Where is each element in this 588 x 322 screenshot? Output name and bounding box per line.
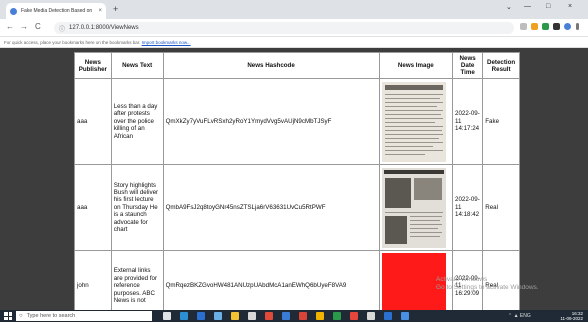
bookmarks-hint: For quick access, place your bookmarks h…: [4, 40, 141, 45]
news-text-cell: Less than a day after protests over the …: [110, 78, 164, 165]
url-text[interactable]: 127.0.0.1:8000/ViewNews: [69, 25, 139, 31]
profile-avatar[interactable]: [564, 23, 571, 30]
back-button[interactable]: ←: [6, 22, 14, 32]
news-image-cell: [378, 78, 454, 165]
news-image-cell: [378, 164, 454, 251]
news-table: News Publisher News Text News Hashcode N…: [74, 52, 520, 310]
app-icon[interactable]: [214, 312, 222, 320]
app-icon[interactable]: [367, 312, 375, 320]
clock-date: 11-09-2022: [560, 316, 583, 321]
app-icon[interactable]: [265, 312, 273, 320]
site-info-icon[interactable]: ⓘ: [59, 24, 65, 33]
windows-taskbar: ○ Type here to search ⌃ ▲ ENG 16:32 11-0…: [0, 310, 588, 322]
app-icon[interactable]: [333, 312, 341, 320]
publisher-cell: aaa: [74, 78, 112, 165]
watermark-title: Activate Windows: [436, 276, 488, 283]
page-content: News Publisher News Text News Hashcode N…: [0, 48, 588, 310]
app-icon[interactable]: [299, 312, 307, 320]
app-icon[interactable]: [248, 312, 256, 320]
browser-tab[interactable]: Fake Media Detection Based on ×: [6, 3, 106, 19]
system-tray-icons[interactable]: ⌃ ▲ ENG: [508, 313, 531, 319]
app-icon[interactable]: [384, 312, 392, 320]
column-header: News Text: [110, 52, 164, 79]
hashcode-cell: QmbA9FsJ2q8toyGNr45nsZTSLja6rV63631UvCu5…: [162, 164, 380, 251]
extension-icon[interactable]: [542, 23, 549, 30]
detection-result-cell: Real: [482, 164, 520, 251]
menu-kebab-icon[interactable]: [576, 23, 579, 30]
newspaper-photo-image: [381, 167, 446, 248]
column-header: Detection Result: [482, 52, 520, 79]
browser-toolbar: ← → C ⓘ 127.0.0.1:8000/ViewNews: [0, 19, 588, 37]
task-view-icon[interactable]: [163, 312, 171, 320]
import-bookmarks-link[interactable]: Import bookmarks now...: [142, 40, 191, 45]
column-header: News Hashcode: [162, 52, 380, 79]
edge-icon[interactable]: [180, 312, 188, 320]
table-row: aaa Less than a day after protests over …: [74, 78, 520, 165]
maximize-button[interactable]: □: [546, 3, 550, 10]
app-icon[interactable]: [350, 312, 358, 320]
app-icon[interactable]: [282, 312, 290, 320]
puzzle-icon[interactable]: [553, 23, 560, 30]
column-header: News Date Time: [452, 52, 484, 79]
bookmarks-bar: For quick access, place your bookmarks h…: [0, 37, 588, 48]
app-icon[interactable]: [316, 312, 324, 320]
column-header: News Image: [378, 52, 454, 79]
new-tab-button[interactable]: +: [113, 4, 118, 14]
column-header: News Publisher: [74, 52, 112, 79]
taskbar-search-placeholder[interactable]: Type here to search: [27, 313, 76, 319]
minimize-button[interactable]: —: [524, 3, 531, 10]
close-window-button[interactable]: ×: [568, 3, 572, 10]
forward-button[interactable]: →: [20, 22, 28, 32]
taskbar-clock[interactable]: 16:32 11-09-2022: [560, 311, 583, 321]
favicon-icon: [10, 7, 17, 15]
activate-windows-watermark: Activate Windows Go to Settings to activ…: [436, 276, 539, 292]
date-time-cell: 2022-09-11 14:18:42: [452, 164, 484, 251]
news-table-container: News Publisher News Text News Hashcode N…: [74, 52, 520, 310]
news-text-cell: Story highlights Bush will deliver his f…: [110, 164, 164, 251]
address-bar[interactable]: ⓘ 127.0.0.1:8000/ViewNews: [54, 22, 514, 34]
date-time-cell: 2022-09-11 14:17:24: [452, 78, 484, 165]
windows-start-button[interactable]: [4, 312, 12, 320]
share-icon[interactable]: [520, 23, 527, 30]
news-text-cell: External links are provided for referenc…: [110, 250, 164, 310]
newspaper-article-image: [381, 81, 446, 162]
taskbar-search-box[interactable]: ○ Type here to search: [16, 311, 152, 321]
table-header-row: News Publisher News Text News Hashcode N…: [74, 52, 520, 79]
publisher-cell: aaa: [74, 164, 112, 251]
extension-icon[interactable]: [531, 23, 538, 30]
reload-button[interactable]: C: [35, 22, 41, 32]
tab-search-chevron-icon[interactable]: ⌄: [506, 3, 512, 11]
tab-close-icon[interactable]: ×: [98, 8, 102, 14]
detection-result-cell: Fake: [482, 78, 520, 165]
search-icon: ○: [19, 313, 23, 319]
chrome-icon[interactable]: [401, 312, 409, 320]
publisher-cell: john: [74, 250, 112, 310]
watermark-subtitle: Go to Settings to activate Windows.: [436, 284, 539, 291]
table-row: aaa Story highlights Bush will deliver h…: [74, 164, 520, 251]
tab-title: Fake Media Detection Based on: [21, 8, 93, 14]
file-explorer-icon[interactable]: [231, 312, 239, 320]
hashcode-cell: QmXkZy7yVuFLvRSxh2yRoY1YmydVvg5vAUjN9cMb…: [162, 78, 380, 165]
hashcode-cell: QmRqezBKZGvoHW481ANUzpUAbdMcA1anEWhQ6bUy…: [162, 250, 380, 310]
app-icon[interactable]: [197, 312, 205, 320]
browser-tab-bar: Fake Media Detection Based on × + ⌄ — □ …: [0, 0, 588, 19]
